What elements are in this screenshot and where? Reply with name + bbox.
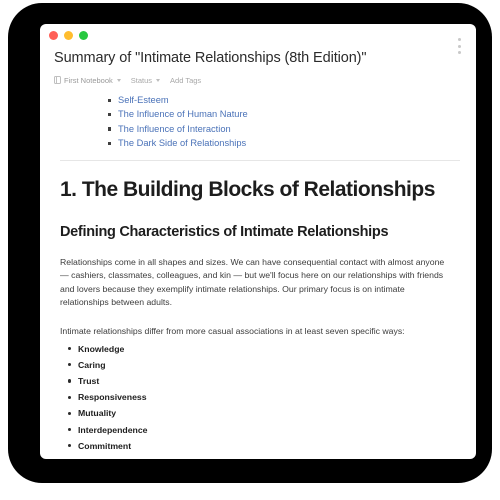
toc-link-interaction[interactable]: The Influence of Interaction <box>118 124 231 134</box>
kebab-dot-3 <box>457 51 461 54</box>
kebab-dot-2 <box>457 44 461 48</box>
status-label: Status <box>130 75 153 85</box>
table-of-contents: Self-Esteem The Influence of Human Natur… <box>54 93 460 151</box>
section-heading: Defining Characteristics of Intimate Rel… <box>60 223 389 240</box>
list-item: Commitment <box>68 438 460 454</box>
list-item: The Dark Side of Relationships <box>108 136 460 150</box>
chevron-down-icon <box>116 78 121 82</box>
chevron-down-icon-status <box>156 78 161 82</box>
note-meta-bar: First Notebook Status Add Tags <box>54 73 460 87</box>
minimize-button[interactable] <box>64 31 73 40</box>
screenshot-root: Summary of "Intimate Relationships (8th … <box>0 0 500 500</box>
chapter-heading: 1. The Building Blocks of Relationships <box>60 177 435 201</box>
list-item: Mutuality <box>68 405 460 421</box>
add-tags-button[interactable]: Add Tags <box>170 76 201 85</box>
close-button[interactable] <box>49 31 58 40</box>
list-item: Interdependence <box>68 422 460 438</box>
list-item: Self-Esteem <box>108 93 460 107</box>
kebab-menu-icon[interactable] <box>453 37 465 55</box>
window-titlebar <box>40 24 476 54</box>
list-item: Caring <box>68 357 460 373</box>
list-item: Knowledge <box>68 341 460 357</box>
content-divider <box>60 159 460 161</box>
app-window: Summary of "Intimate Relationships (8th … <box>40 24 476 459</box>
traffic-light-buttons <box>49 31 476 40</box>
status-selector[interactable]: Status <box>130 75 161 85</box>
toc-link-human-nature[interactable]: The Influence of Human Nature <box>118 109 248 119</box>
add-tags-label: Add Tags <box>170 75 202 85</box>
notebook-selector[interactable]: First Notebook <box>54 76 121 85</box>
list-item: The Influence of Interaction <box>108 122 460 136</box>
list-item: The Influence of Human Nature <box>108 107 460 121</box>
notebook-icon <box>54 76 61 84</box>
note-title: Summary of "Intimate Relationships (8th … <box>54 50 367 66</box>
list-item: Trust <box>68 373 460 389</box>
note-content: Self-Esteem The Influence of Human Natur… <box>40 93 476 454</box>
kebab-dot-1 <box>457 38 461 41</box>
seven-ways-list: Knowledge Caring Trust Responsiveness Mu… <box>54 341 460 454</box>
note-header: Summary of "Intimate Relationships (8th … <box>40 44 476 87</box>
toc-link-dark-side[interactable]: The Dark Side of Relationships <box>118 138 246 148</box>
paragraph-seven-ways: Intimate relationships differ from more … <box>60 326 405 336</box>
toc-link-self-esteem[interactable]: Self-Esteem <box>118 95 169 105</box>
paragraph-intro: Relationships come in all shapes and siz… <box>60 256 445 308</box>
device-shell: Summary of "Intimate Relationships (8th … <box>8 3 492 483</box>
maximize-button[interactable] <box>79 31 88 40</box>
notebook-label: First Notebook <box>64 75 113 85</box>
list-item: Responsiveness <box>68 389 460 405</box>
